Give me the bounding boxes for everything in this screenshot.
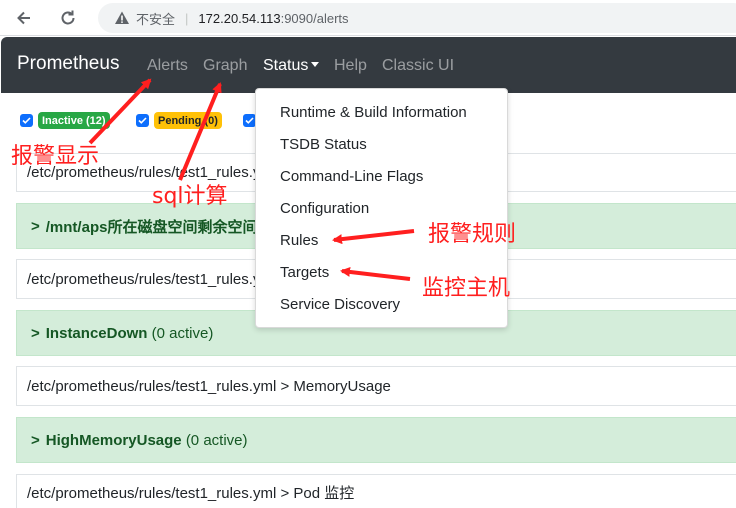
annotation-graph: sql计算	[152, 184, 228, 209]
arrow-to-graph	[178, 82, 222, 181]
annotation-alerts: 报警显示	[11, 144, 100, 169]
arrow-to-rules	[332, 229, 415, 245]
annotation-rules: 报警规则	[428, 222, 517, 247]
arrow-to-alerts	[88, 78, 152, 145]
annotation-arrows	[88, 78, 415, 281]
annotation-targets: 监控主机	[422, 276, 511, 301]
arrow-to-targets	[340, 266, 411, 281]
